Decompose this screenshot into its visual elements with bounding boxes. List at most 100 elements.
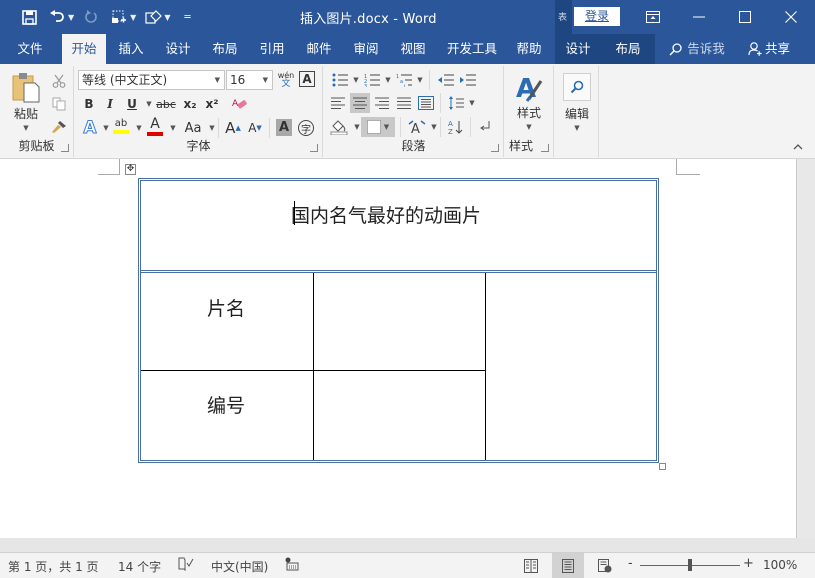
table-title-cell[interactable]: 国内名气最好的动画片 [291,201,521,228]
character-border-button[interactable]: A [299,71,315,87]
proofing-button[interactable] [178,557,194,574]
bold-button[interactable]: B [81,94,97,114]
tab-layout[interactable]: 布局 [204,34,246,64]
shrink-font-button[interactable]: A ▼ [246,118,264,138]
styles-button[interactable]: A 样式 ▼ [509,70,549,134]
table-cell-empty[interactable] [315,372,484,460]
insert-picture-icon[interactable] [108,6,130,28]
phonetic-guide-button[interactable]: wén 文 [277,70,295,90]
tab-design[interactable]: 设计 [157,34,199,64]
text-effects-button[interactable]: A [80,118,100,139]
tab-table-layout[interactable]: 布局 [607,34,649,64]
align-right-button[interactable] [372,93,392,113]
superscript-button[interactable]: x² [203,94,221,114]
table-cell[interactable]: 片名 [207,294,245,321]
multilevel-list-button[interactable]: 1ai [394,70,414,90]
paste-button[interactable]: 粘贴 ▼ [6,70,46,132]
shading-button[interactable] [328,117,350,137]
table-cell[interactable]: 编号 [207,391,245,418]
read-mode-button[interactable] [515,553,547,578]
font-size-combobox[interactable]: 16 ▼ [226,70,273,90]
borders-button[interactable]: ▼ [361,117,395,137]
highlight-button[interactable]: ab [111,116,131,136]
line-spacing-button[interactable] [446,93,466,113]
insert-picture-dropdown-icon[interactable]: ▼ [130,13,136,22]
multilevel-list-dropdown-icon[interactable]: ▼ [416,70,424,90]
highlight-dropdown-icon[interactable]: ▼ [135,118,143,138]
bullets-dropdown-icon[interactable]: ▼ [352,70,360,90]
undo-dropdown-icon[interactable]: ▼ [68,13,74,22]
page-count[interactable]: 第 1 页，共 1 页 [8,558,99,575]
web-layout-button[interactable] [589,553,621,578]
zoom-slider-thumb[interactable] [688,559,692,571]
styles-dropdown-icon[interactable]: ▼ [526,123,531,131]
tab-view[interactable]: 视图 [392,34,434,64]
font-name-combobox[interactable]: 等线 (中文正文) ▼ [78,70,225,90]
tab-mailings[interactable]: 邮件 [298,34,340,64]
shading-dropdown-icon[interactable]: ▼ [353,117,361,137]
macro-recording-button[interactable] [285,557,299,574]
clear-formatting-button[interactable]: A [230,94,250,114]
distributed-button[interactable] [416,93,436,113]
zoom-out-button[interactable]: - [628,556,633,571]
table-move-handle[interactable]: ✥ [125,164,136,175]
font-color-button[interactable]: A [145,116,165,136]
numbering-button[interactable]: 123 [362,70,382,90]
strikethrough-button[interactable]: abc [155,94,177,114]
save-icon[interactable] [18,6,40,28]
cut-button[interactable] [49,71,69,91]
font-size-dropdown-icon[interactable]: ▼ [263,71,268,89]
numbering-dropdown-icon[interactable]: ▼ [384,70,392,90]
underline-button[interactable]: U [124,94,140,114]
paste-dropdown-icon[interactable]: ▼ [23,124,28,132]
align-center-button[interactable] [350,93,370,113]
text-effects-dropdown-icon[interactable]: ▼ [102,118,110,138]
editing-dropdown-icon[interactable]: ▼ [574,124,579,132]
print-layout-button[interactable] [552,553,584,578]
character-shading-button[interactable]: A [276,119,292,136]
login-button[interactable]: 登录 [574,7,620,26]
collapse-ribbon-button[interactable] [790,140,806,154]
minimize-button[interactable] [676,0,722,34]
maximize-button[interactable] [722,0,768,34]
tab-table-design[interactable]: 设计 [557,34,599,64]
paragraph-dialog-launcher[interactable] [491,144,499,152]
language-indicator[interactable]: 中文(中国) [211,558,268,575]
show-marks-button[interactable] [476,117,494,137]
table-resize-handle[interactable] [659,463,666,470]
change-case-button[interactable]: Aa [181,118,205,138]
font-color-dropdown-icon[interactable]: ▼ [169,118,177,138]
close-button[interactable] [768,0,814,34]
undo-icon[interactable] [46,6,68,28]
borders-dropdown-icon[interactable]: ▼ [384,123,389,131]
ribbon-display-options-button[interactable] [630,0,676,34]
tab-file[interactable]: 文件 [8,34,52,64]
share-button[interactable]: 共享 [742,34,796,64]
tab-help[interactable]: 帮助 [508,34,550,64]
line-spacing-dropdown-icon[interactable]: ▼ [468,93,476,113]
table-cell-merged-empty[interactable] [487,274,656,460]
clipboard-dialog-launcher[interactable] [61,144,69,152]
copy-button[interactable] [49,94,69,114]
tab-developer[interactable]: 开发工具 [440,34,504,64]
tab-insert[interactable]: 插入 [110,34,152,64]
subscript-button[interactable]: x₂ [181,94,199,114]
zoom-in-button[interactable]: + [743,556,754,571]
italic-button[interactable]: I [102,94,118,114]
grow-font-button[interactable]: A ▲ [224,118,242,138]
tell-me-search[interactable]: 告诉我 [662,34,732,64]
chinese-layout-dropdown-icon[interactable]: ▼ [430,117,438,137]
justify-button[interactable] [394,93,414,113]
zoom-level[interactable]: 100% [763,558,797,572]
format-painter-button[interactable] [49,117,69,137]
tab-home[interactable]: 开始 [62,34,106,64]
table-cell-empty[interactable] [315,274,484,369]
font-name-dropdown-icon[interactable]: ▼ [215,71,220,89]
change-case-dropdown-icon[interactable]: ▼ [208,118,216,138]
font-dialog-launcher[interactable] [310,144,318,152]
decrease-indent-button[interactable] [436,70,456,90]
sort-button[interactable]: AZ [446,117,466,137]
tab-references[interactable]: 引用 [251,34,293,64]
underline-dropdown-icon[interactable]: ▼ [145,94,153,114]
align-left-button[interactable] [328,93,348,113]
